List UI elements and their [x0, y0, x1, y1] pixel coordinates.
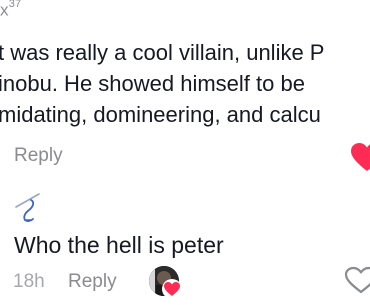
reply-thread-icon: [15, 193, 40, 222]
avatar-heart-icon: [164, 282, 180, 296]
reply-reply-button[interactable]: Reply: [68, 271, 117, 293]
comment-username[interactable]: x37: [0, 0, 21, 21]
comment-reply-button[interactable]: Reply: [14, 145, 63, 167]
username-superscript: 37: [8, 0, 22, 10]
username-text: x: [0, 0, 9, 20]
comment-text-line-1: t was really a cool villain, unlike P: [0, 40, 325, 65]
reply-comment-text: Who the hell is peter: [14, 232, 224, 258]
avatar-heart-badge: [162, 279, 182, 299]
reply-timestamp: 18h: [13, 271, 45, 292]
heart-filled-icon[interactable]: [350, 142, 370, 172]
comment-text-line-2: inobu. He showed himself to be: [0, 71, 305, 96]
comment-text-line-3: midating, domineering, and calcu: [0, 102, 321, 127]
heart-outline-icon[interactable]: [344, 266, 370, 294]
